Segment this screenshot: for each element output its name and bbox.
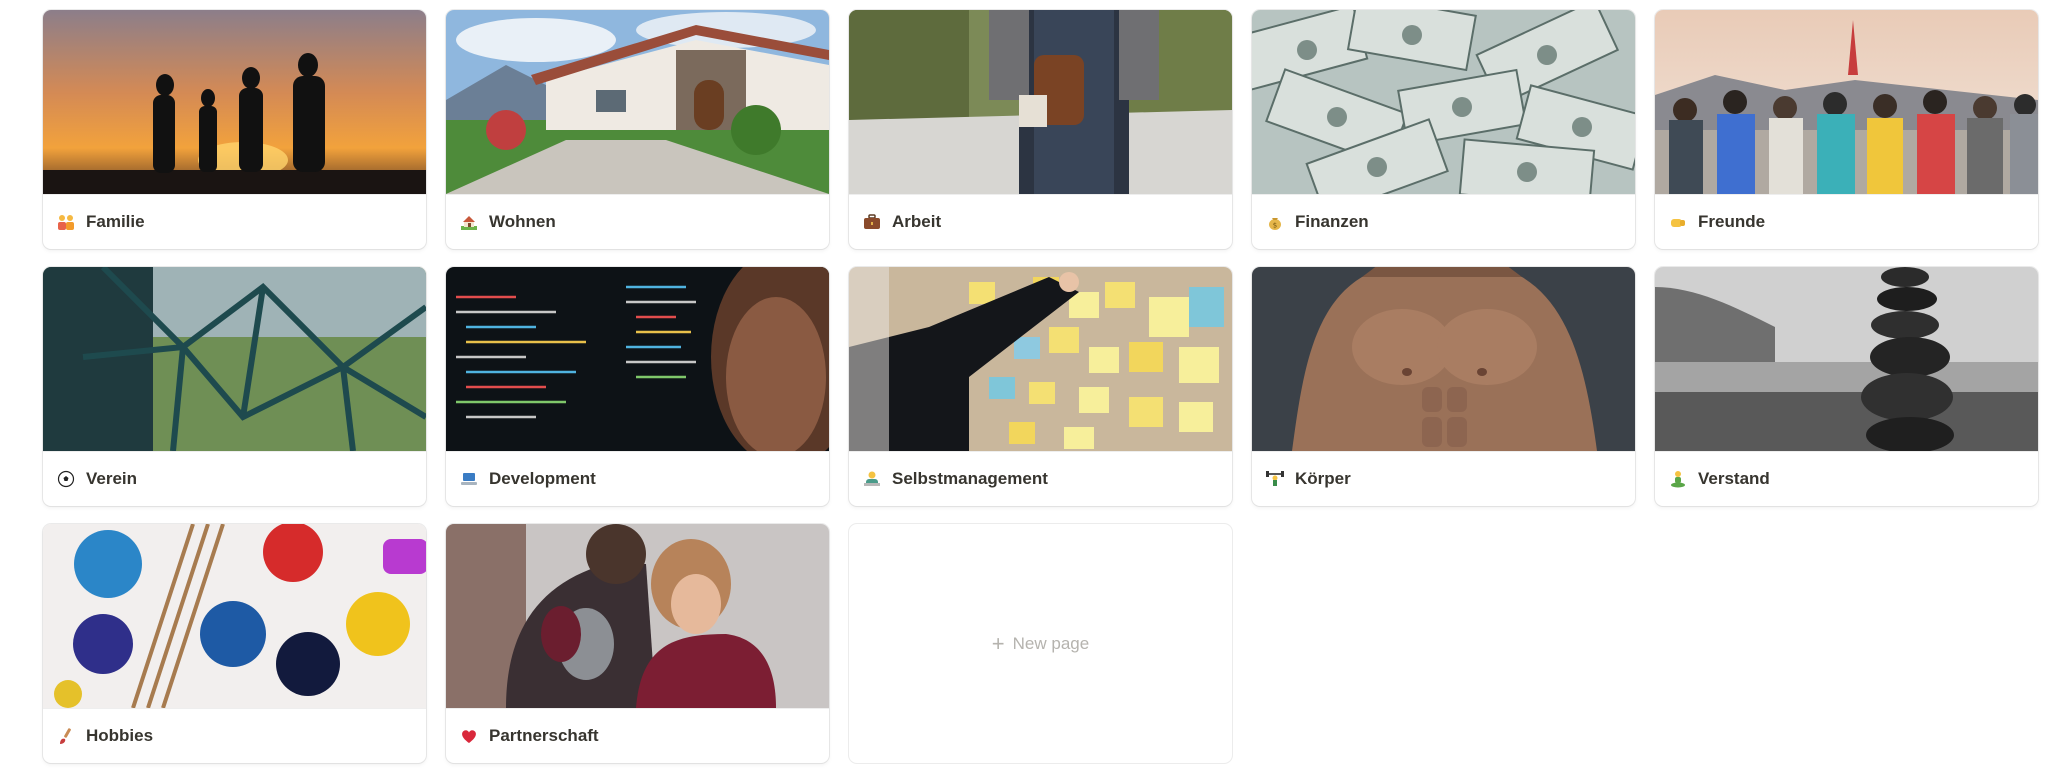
card-caption: Freunde [1655, 194, 2038, 249]
card-title: Arbeit [892, 212, 942, 231]
fist-bump-emoji-icon [1668, 212, 1688, 232]
card-caption: Development [446, 451, 829, 506]
card-title: Hobbies [86, 726, 154, 745]
card-caption: Wohnen [446, 194, 829, 249]
cover-image-verstand [1655, 267, 2038, 451]
card-caption: Körper [1252, 451, 1635, 506]
svg-text:$: $ [1273, 222, 1277, 230]
cover-image-partnerschaft [446, 524, 829, 708]
cover-image-arbeit [849, 10, 1232, 194]
gallery-card-arbeit[interactable]: Arbeit [849, 10, 1232, 249]
gallery-card-koerper[interactable]: Körper [1252, 267, 1635, 506]
gallery-card-verstand[interactable]: Verstand [1655, 267, 2038, 506]
card-caption: Selbstmanagement [849, 451, 1232, 506]
heart-emoji-icon [459, 726, 479, 746]
card-title: Freunde [1698, 212, 1766, 231]
cover-image-development [446, 267, 829, 451]
paintbrush-emoji-icon [56, 726, 76, 746]
new-page-label: New page [1012, 633, 1090, 653]
card-title: Körper [1295, 469, 1351, 488]
money-bag-emoji-icon: $ [1265, 212, 1285, 232]
family-emoji-icon [56, 212, 76, 232]
card-title: Finanzen [1295, 212, 1369, 231]
card-caption: $ Finanzen [1252, 194, 1635, 249]
gallery-card-development[interactable]: Development [446, 267, 829, 506]
card-caption: Verein [43, 451, 426, 506]
cover-image-finanzen [1252, 10, 1635, 194]
new-page-card[interactable]: + New page [849, 524, 1232, 763]
card-caption: Hobbies [43, 708, 426, 763]
gallery-card-partnerschaft[interactable]: Partnerschaft [446, 524, 829, 763]
cover-image-hobbies [43, 524, 426, 708]
cover-image-koerper [1252, 267, 1635, 451]
card-caption: Familie [43, 194, 426, 249]
card-title: Development [489, 469, 596, 488]
house-emoji-icon [459, 212, 479, 232]
card-caption: Verstand [1655, 451, 2038, 506]
card-title: Familie [86, 212, 145, 231]
card-title: Verstand [1698, 469, 1770, 488]
card-caption: Arbeit [849, 194, 1232, 249]
gallery-card-verein[interactable]: Verein [43, 267, 426, 506]
laptop-emoji-icon [459, 469, 479, 489]
card-title: Verein [86, 469, 138, 488]
gallery-card-wohnen[interactable]: Wohnen [446, 10, 829, 249]
plus-icon: + [991, 630, 1005, 656]
person-at-desk-emoji-icon [862, 469, 882, 489]
card-caption: Partnerschaft [446, 708, 829, 763]
gallery-card-hobbies[interactable]: Hobbies [43, 524, 426, 763]
cover-image-wohnen [446, 10, 829, 194]
gallery-view: Familie Wohnen Arbeit $ Finanzen Freunde… [43, 10, 2038, 763]
soccer-ball-emoji-icon [56, 469, 76, 489]
meditation-emoji-icon [1668, 469, 1688, 489]
gallery-card-finanzen[interactable]: $ Finanzen [1252, 10, 1635, 249]
cover-image-verein [43, 267, 426, 451]
new-page-button[interactable]: + New page [991, 630, 1090, 656]
briefcase-emoji-icon [862, 212, 882, 232]
gallery-card-selbstmanagement[interactable]: Selbstmanagement [849, 267, 1232, 506]
cover-image-selbstmanagement [849, 267, 1232, 451]
card-title: Selbstmanagement [892, 469, 1048, 488]
weightlifter-emoji-icon [1265, 469, 1285, 489]
card-title: Partnerschaft [489, 726, 599, 745]
gallery-card-familie[interactable]: Familie [43, 10, 426, 249]
cover-image-familie [43, 10, 426, 194]
gallery-card-freunde[interactable]: Freunde [1655, 10, 2038, 249]
card-title: Wohnen [489, 212, 556, 231]
cover-image-freunde [1655, 10, 2038, 194]
